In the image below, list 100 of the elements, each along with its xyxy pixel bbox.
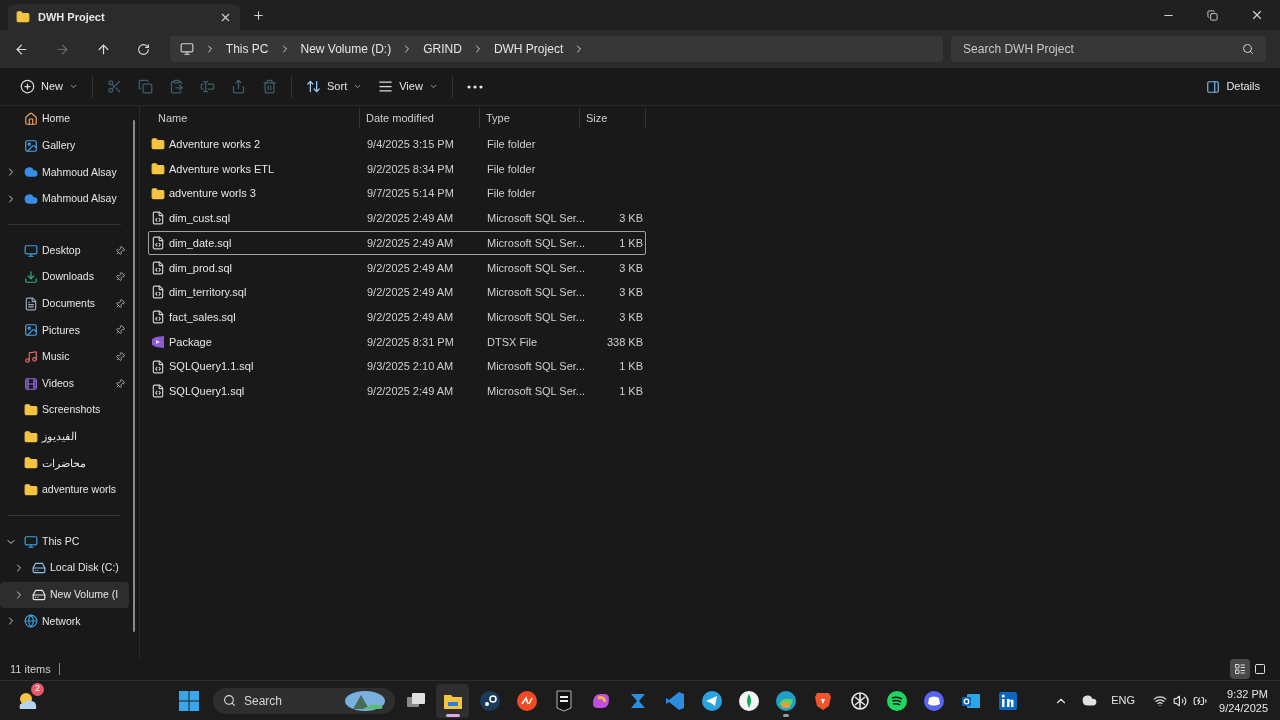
column-header[interactable]: Date modified (360, 108, 480, 128)
size-cell-text: 3 KB (619, 285, 643, 301)
sidebar-item[interactable]: Documents (0, 290, 130, 318)
window-tab[interactable]: DWH Project (8, 4, 240, 30)
more-icon (466, 84, 483, 89)
file-icon (151, 384, 165, 399)
app-icon (774, 689, 797, 712)
address-bar[interactable]: This PC New Volume (D:) GRIND DWH Project (169, 36, 944, 62)
date-cell-text: 9/2/2025 2:49 AM (366, 235, 455, 251)
column-header[interactable]: Name (148, 108, 360, 128)
view-toggle[interactable] (1230, 659, 1250, 679)
file-icon (151, 260, 165, 275)
sidebar-item[interactable]: Mahmoud Alsay (0, 185, 130, 213)
file-name: dim_date.sql (169, 235, 232, 251)
music-icon (24, 350, 38, 365)
toolbar-button[interactable]: View (374, 72, 442, 101)
file-name: fact_sales.sql (169, 309, 236, 325)
file-icon (151, 285, 165, 300)
toolbar-button[interactable]: Sort (302, 72, 367, 101)
refresh-icon[interactable] (136, 42, 150, 56)
details-button[interactable]: Details (1198, 72, 1268, 101)
wifi-icon[interactable] (1153, 693, 1168, 708)
file-row[interactable]: dim_date.sql 9/2/2025 2:49 AM Microsoft SQL Ser... 1 KB (148, 230, 646, 256)
back-icon[interactable] (14, 41, 29, 57)
file-row[interactable]: SQLQuery1.1.sql 9/3/2025 2:10 AM Microsoft SQL Ser... 1 KB (148, 354, 646, 379)
sidebar-item[interactable]: This PC (0, 528, 130, 555)
pin-icon[interactable] (113, 376, 128, 391)
sidebar-item[interactable]: Screenshots (0, 396, 130, 424)
folder-icon (16, 10, 30, 24)
column-header[interactable]: Size (580, 108, 646, 128)
sidebar-label: Desktop (42, 242, 81, 258)
sidebar-item[interactable]: الفيديوز (0, 423, 130, 451)
sidebar-label: Mahmoud Alsay (42, 191, 117, 207)
volume-icon[interactable] (1173, 693, 1188, 708)
file-row[interactable]: Adventure works 2 9/4/2025 3:15 PM File folder (148, 132, 646, 157)
file-name: SQLQuery1.sql (169, 383, 245, 399)
sidebar-item[interactable]: Downloads (0, 263, 130, 291)
sidebar-label: Local Disk (C:) (50, 560, 119, 576)
file-row[interactable]: dim_cust.sql 9/2/2025 2:49 AM Microsoft SQL Ser... 3 KB (148, 206, 646, 231)
breadcrumb[interactable]: New Volume (D:) (300, 40, 392, 58)
landscape-icon (345, 690, 385, 711)
size-cell-text: 1 KB (619, 235, 643, 251)
pin-icon[interactable] (113, 243, 128, 258)
sidebar-label: adventure worls (42, 482, 117, 498)
sidebar-item[interactable]: محاضرات (0, 450, 130, 477)
taskbar-app[interactable] (436, 683, 469, 718)
scrollbar[interactable] (133, 120, 136, 632)
sidebar-item[interactable]: Pictures (0, 317, 130, 344)
sidebar-item[interactable]: Local Disk (C:) (0, 554, 130, 582)
copy-icon (138, 79, 153, 94)
sidebar-item[interactable]: Home (0, 106, 130, 133)
search-field[interactable]: Search DWH Project (951, 36, 1266, 62)
breadcrumb[interactable]: GRIND (423, 40, 462, 58)
sidebar-item[interactable]: Desktop (0, 237, 130, 264)
pin-icon[interactable] (113, 296, 128, 311)
windows-logo-icon[interactable] (179, 690, 199, 711)
sidebar-label: Music (42, 349, 70, 365)
type-cell-text: File folder (486, 186, 537, 202)
language-indicator[interactable]: ENG (1111, 692, 1136, 709)
sidebar-label: Documents (42, 296, 96, 311)
new-tab-icon[interactable] (252, 9, 265, 22)
up-icon[interactable] (95, 41, 111, 57)
sidebar-item[interactable]: Music (0, 343, 130, 371)
toolbar-button[interactable]: New (16, 72, 82, 101)
file-row[interactable]: Adventure works ETL 9/2/2025 8:34 PM File folder (148, 156, 646, 182)
sort-icon (306, 79, 321, 94)
sidebar-item[interactable]: New Volume (I (0, 581, 130, 609)
file-row[interactable]: adventure worls 3 9/7/2025 5:14 PM File folder (148, 181, 646, 207)
folder-icon (151, 162, 165, 177)
file-row[interactable]: Package 9/2/2025 8:31 PM DTSX File 338 KB (148, 329, 646, 355)
sidebar-item[interactable]: Mahmoud Alsay (0, 159, 130, 186)
file-icon (151, 211, 165, 226)
share-icon (231, 79, 246, 94)
breadcrumb[interactable]: DWH Project (493, 40, 564, 58)
file-icon (151, 310, 165, 325)
picture-icon (24, 323, 38, 338)
cloud-icon[interactable] (1082, 693, 1098, 708)
date-cell-text: 9/2/2025 8:34 PM (366, 161, 455, 177)
breadcrumb[interactable]: This PC (225, 40, 269, 58)
file-row[interactable]: dim_prod.sql 9/2/2025 2:49 AM Microsoft SQL Ser... 3 KB (148, 255, 646, 281)
file-row[interactable]: fact_sales.sql 9/2/2025 2:49 AM Microsoft SQL Ser... 3 KB (148, 304, 646, 330)
sidebar-item[interactable]: Gallery (0, 132, 130, 160)
app-icon (996, 689, 1019, 712)
sidebar-item[interactable]: Videos (0, 370, 130, 397)
forward-icon[interactable] (54, 41, 70, 57)
clock[interactable]: 9:32 PM 9/24/2025 (1219, 686, 1268, 715)
restore-icon[interactable] (1207, 9, 1218, 21)
column-header[interactable]: Type (480, 108, 580, 128)
sidebar-item[interactable]: adventure worls (0, 476, 130, 504)
date-cell-text: 9/3/2025 2:10 AM (366, 359, 455, 375)
close-icon[interactable] (1250, 8, 1264, 22)
file-row[interactable]: SQLQuery1.sql 9/2/2025 2:49 AM Microsoft SQL Ser... 1 KB (148, 378, 646, 404)
sidebar-item[interactable]: Network (0, 608, 130, 635)
taskbar-search[interactable]: Search (213, 687, 395, 714)
desktop-icon (24, 243, 38, 258)
sidebar-label: Gallery (42, 138, 76, 153)
file-name: Adventure works ETL (169, 161, 275, 177)
file-row[interactable]: dim_territory.sql 9/2/2025 2:49 AM Microsoft SQL Ser... 3 KB (148, 280, 646, 305)
size-cell-text: 338 KB (606, 334, 643, 350)
sidebar-label: Pictures (42, 322, 80, 338)
